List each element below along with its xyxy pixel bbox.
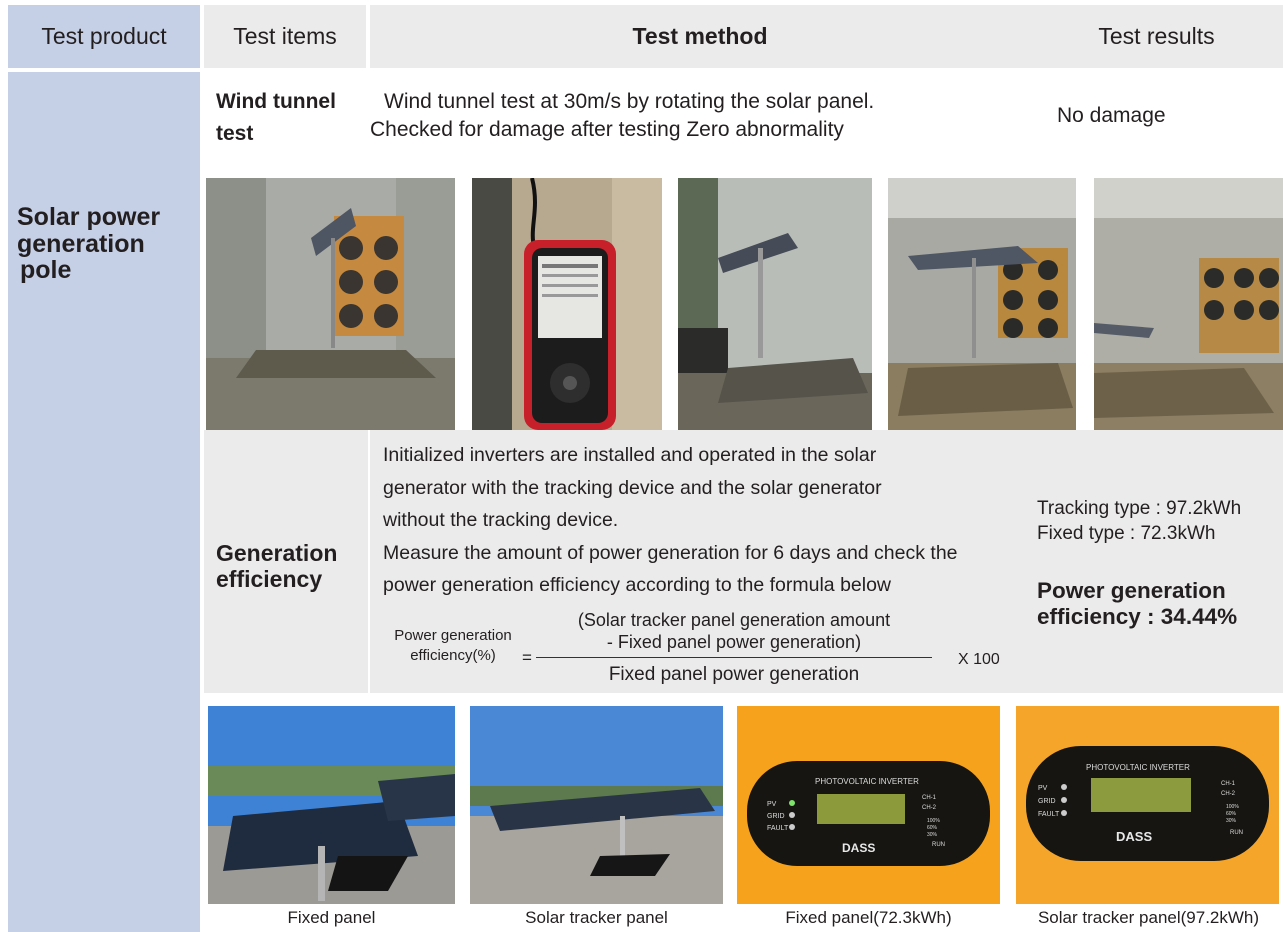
wind-test-label-line: test	[216, 121, 254, 145]
inverter-level-label: 30%	[1226, 818, 1237, 824]
efficiency-result: Power generation efficiency : 34.44%	[1037, 578, 1283, 630]
inverter-led-label: PV	[1038, 785, 1048, 792]
inverter-level-label: 60%	[927, 825, 938, 831]
inverter-title-text: PHOTOVOLTAIC INVERTER	[1086, 763, 1190, 772]
inverter-level-label: 30%	[927, 832, 938, 838]
inverter-level-label: 60%	[1226, 811, 1237, 817]
wind-tunnel-photo-3	[888, 178, 1076, 430]
generation-method-line: Initialized inverters are installed and …	[383, 444, 877, 466]
formula-multiplier: X 100	[958, 651, 1000, 668]
inverter-channel-label: CH-1	[922, 795, 937, 801]
formula-numerator-line: (Solar tracker panel generation amount	[577, 610, 891, 630]
product-name-line: Solar power	[17, 203, 161, 231]
inverter-title-text: PHOTOVOLTAIC INVERTER	[815, 777, 919, 786]
generation-method-line: without the tracking device.	[383, 509, 619, 531]
product-name-line: generation	[17, 229, 145, 258]
wind-test-label-line: Wind tunnel	[216, 90, 336, 113]
anemometer-photo	[472, 178, 662, 430]
generation-method-line: Measure the amount of power generation f…	[383, 541, 958, 564]
generation-efficiency-label: Generation efficiency	[216, 540, 366, 593]
generation-method-line: generator with the tracking device and t…	[383, 476, 882, 499]
header-test-items: Test items	[204, 5, 366, 68]
inverter-led-label: FAULT	[767, 825, 789, 832]
inverter-brand-text: DASS	[842, 841, 875, 855]
fixed-type-result: Fixed type : 72.3kWh	[1037, 523, 1216, 544]
fixed-panel-caption: Fixed panel	[287, 908, 376, 927]
inverter-level-label: 100%	[927, 818, 940, 824]
solar-tracker-panel-photo	[470, 706, 723, 904]
wind-test-label: Wind tunnel test	[216, 86, 366, 149]
header-test-items-label: Test items	[233, 23, 337, 49]
formula-lhs-line: Power generation	[394, 627, 512, 644]
product-name-line: pole	[20, 256, 72, 284]
efficiency-result-line: efficiency : 34.44%	[1037, 604, 1238, 629]
tracking-type-result: Tracking type : 97.2kWh	[1037, 498, 1242, 519]
inverter-channel-label: CH-1	[1221, 781, 1236, 787]
fixed-panel-photo	[208, 706, 455, 904]
header-test-product: Test product	[8, 5, 200, 68]
solar-tracker-inverter-photo: PHOTOVOLTAIC INVERTER PV GRID FAULT CH-1…	[1016, 706, 1279, 904]
fixed-panel-inverter-photo: PHOTOVOLTAIC INVERTER PV GRID FAULT CH-1…	[737, 706, 1000, 904]
generation-method: Initialized inverters are installed and …	[383, 439, 1023, 602]
inverter-run-label: RUN	[1230, 830, 1243, 836]
efficiency-result-line: Power generation	[1037, 578, 1226, 603]
generation-method-cell	[368, 430, 370, 693]
wind-test-method: Wind tunnel test at 30m/s by rotating th…	[370, 88, 1010, 143]
formula-lhs: Power generation efficiency(%)	[378, 626, 528, 665]
inverter-led-label: FAULT	[1038, 811, 1060, 818]
header-test-method: Test method	[370, 5, 1030, 68]
wind-tunnel-photo-4	[1094, 178, 1283, 430]
generation-results: Tracking type : 97.2kWh Fixed type : 72.…	[1037, 496, 1283, 630]
generation-label-line: efficiency	[216, 566, 323, 593]
product-column	[8, 72, 200, 932]
wind-tunnel-photo-1	[206, 178, 455, 430]
inverter-led-label: GRID	[767, 813, 785, 820]
formula-lhs-line: efficiency(%)	[410, 646, 496, 664]
formula-numerator: (Solar tracker panel generation amount -…	[536, 610, 932, 653]
wind-test-method-line: Checked for damage after testing Zero ab…	[370, 117, 844, 141]
inverter-led-label: PV	[767, 801, 777, 808]
inverter-run-label: RUN	[932, 842, 945, 848]
formula-denominator: Fixed panel power generation	[608, 664, 860, 685]
wind-tunnel-photo-2	[678, 178, 872, 430]
wind-test-method-line: Wind tunnel test at 30m/s by rotating th…	[384, 90, 875, 113]
solar-tracker-panel-kwh-caption: Solar tracker panel(97.2kWh)	[1037, 908, 1260, 927]
inverter-level-label: 100%	[1226, 804, 1239, 810]
wind-test-result: No damage	[1057, 104, 1166, 127]
inverter-brand-text: DASS	[1116, 829, 1152, 844]
formula-fraction-line	[536, 657, 932, 658]
product-name: Solar power generation pole	[17, 204, 197, 284]
header-test-results-label: Test results	[1098, 23, 1215, 49]
formula-equals: =	[522, 648, 532, 667]
header-test-results: Test results	[1030, 5, 1283, 68]
formula-numerator-line: - Fixed panel power generation)	[606, 631, 862, 652]
header-test-method-label: Test method	[632, 23, 768, 49]
generation-label-line: Generation	[216, 540, 338, 566]
header-test-product-label: Test product	[41, 23, 167, 49]
fixed-panel-kwh-caption: Fixed panel(72.3kWh)	[785, 908, 952, 927]
inverter-channel-label: CH-2	[922, 805, 937, 811]
inverter-led-label: GRID	[1038, 798, 1056, 805]
inverter-channel-label: CH-2	[1221, 791, 1236, 797]
generation-method-line: power generation efficiency according to…	[383, 574, 892, 596]
solar-tracker-panel-caption: Solar tracker panel	[525, 908, 668, 927]
